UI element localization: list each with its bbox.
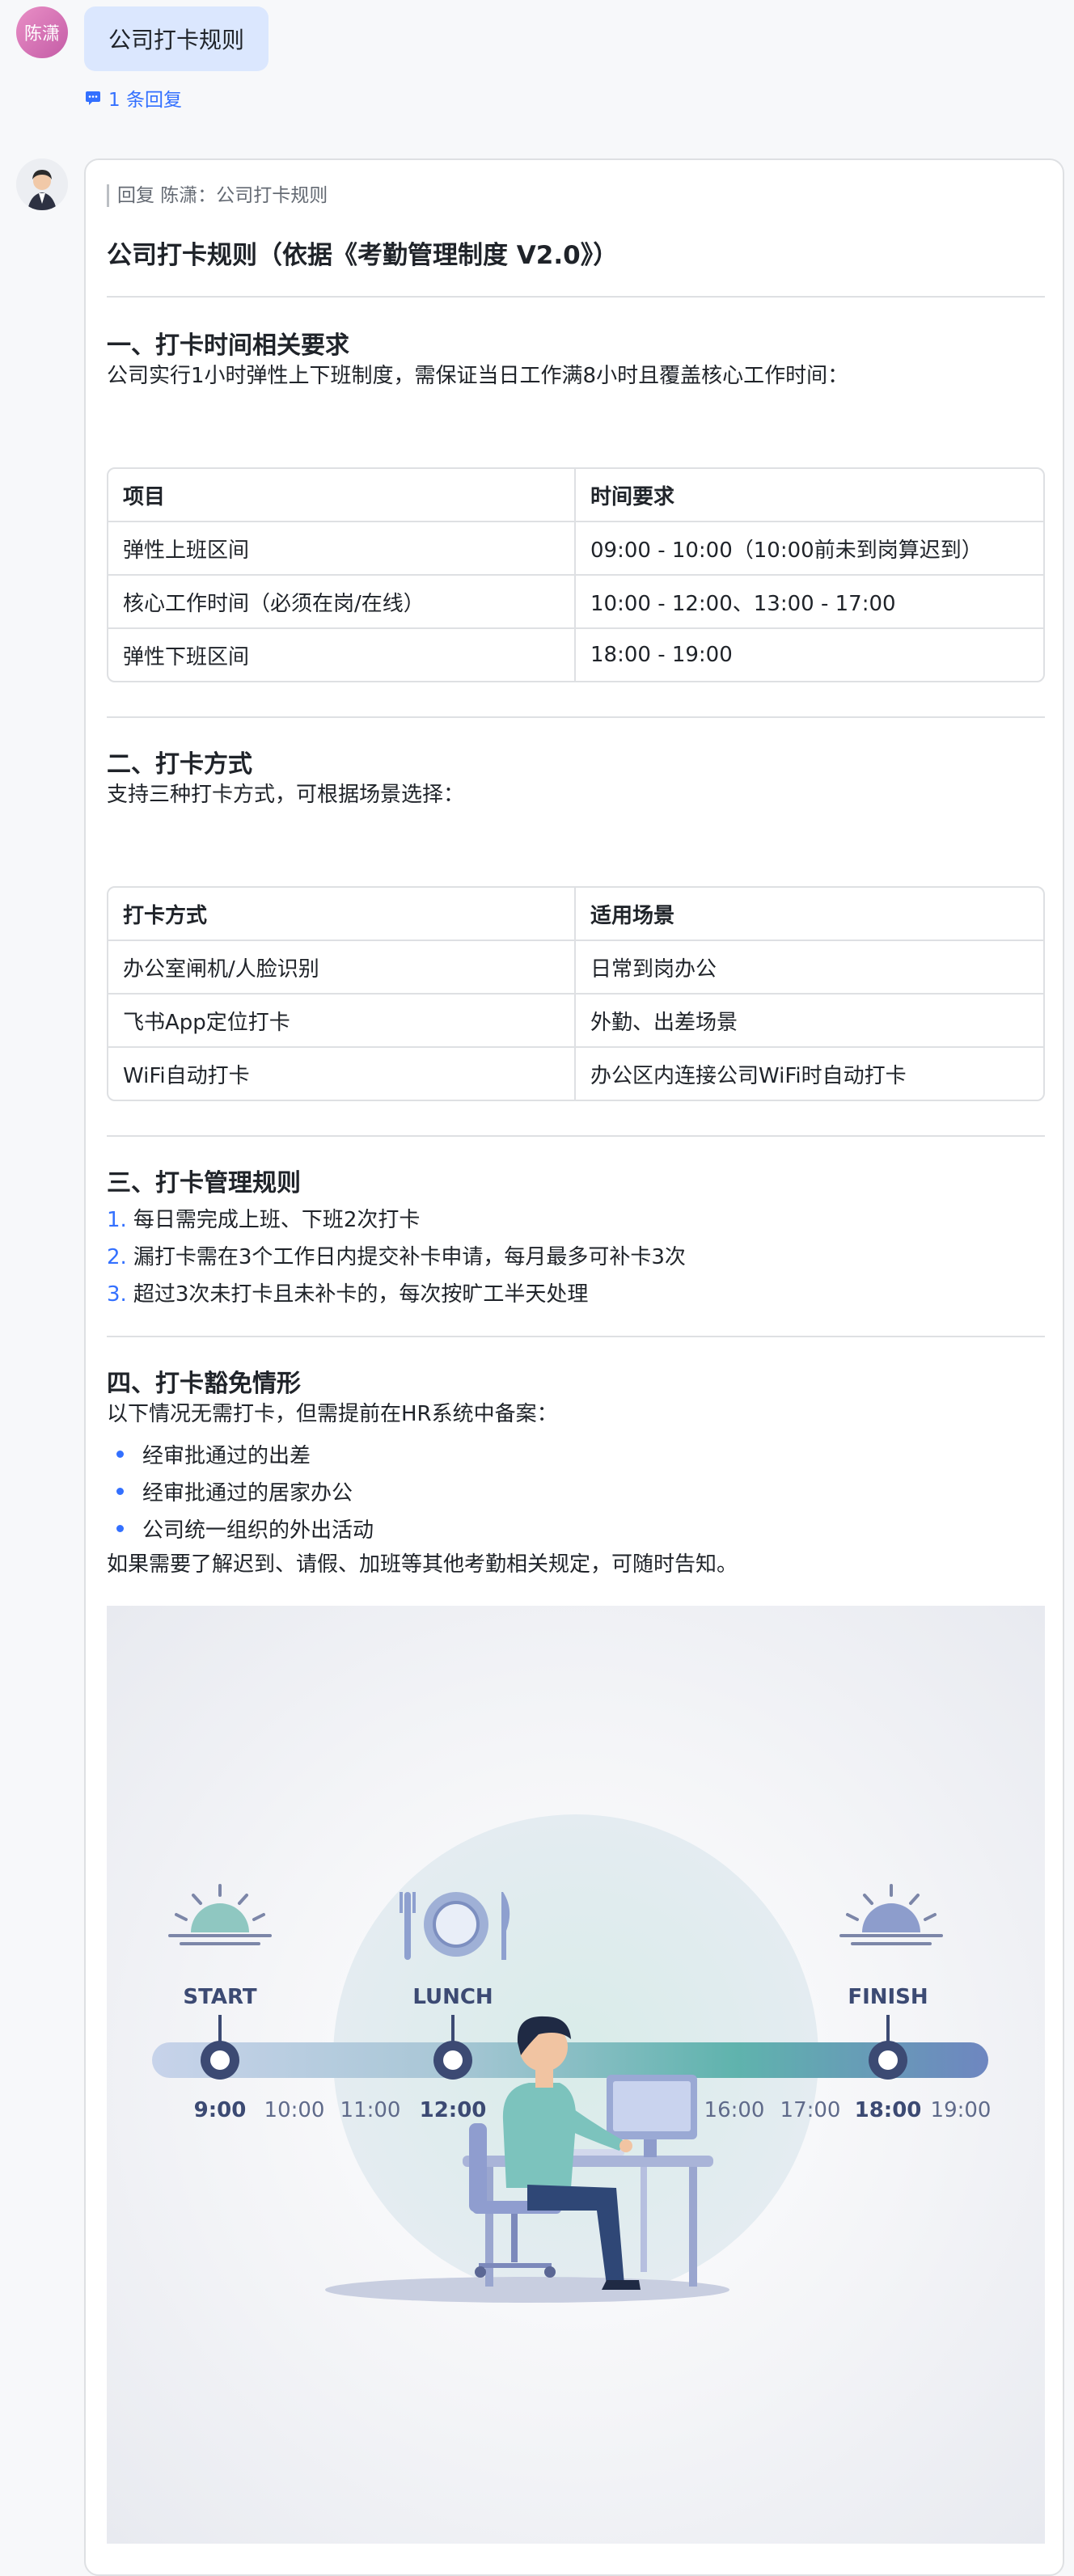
divider (107, 1135, 1045, 1137)
table-row: 弹性下班区间 18:00 - 19:00 (108, 629, 1043, 681)
desk-top (463, 2156, 713, 2167)
table-row: 飞书App定位打卡 外勤、出差场景 (108, 995, 1043, 1048)
time-label: 9:00 (194, 2098, 247, 2122)
finish-label: FINISH (848, 1985, 928, 2009)
section1-heading: 一、打卡时间相关要求 (107, 332, 349, 360)
lunch-label: LUNCH (412, 1985, 493, 2009)
table-header-cell: 打卡方式 (108, 888, 576, 941)
table-cell: WiFi自动打卡 (108, 1048, 576, 1100)
table-cell: 18:00 - 19:00 (590, 643, 733, 667)
time-label: 16:00 (704, 2098, 765, 2122)
start-label: START (183, 1985, 256, 2009)
bullet-item: 公司统一组织的外出活动 (116, 1514, 374, 1543)
attendance-illustration: START LUNCH FINISH 9:00 10:00 11:00 12:0… (107, 1606, 1045, 2544)
section4-outro: 如果需要了解迟到、请假、加班等其他考勤相关规定，可随时告知。 (107, 1552, 738, 1577)
table-cell: 弹性上班区间 (108, 522, 576, 576)
section4-heading: 四、打卡豁免情形 (107, 1370, 301, 1398)
bot-avatar-image (16, 158, 68, 210)
chair-back (469, 2123, 487, 2212)
table-cell: 办公区内连接公司WiFi时自动打卡 (590, 1063, 907, 1088)
timeline-marker (433, 2041, 472, 2080)
table-row: 核心工作时间（必须在岗/在线） 10:00 - 12:00、13:00 - 17… (108, 576, 1043, 629)
section4-intro: 以下情况无需打卡，但需提前在HR系统中备案： (107, 1402, 558, 1426)
time-label: 10:00 (264, 2098, 325, 2122)
bullet-item: 经审批通过的居家办公 (116, 1476, 353, 1506)
table-row: 办公室闸机/人脸识别 日常到岗办公 (108, 941, 1043, 995)
reply-title: 公司打卡规则（依据《考勤管理制度 V2.0》） (107, 241, 619, 270)
time-table: 项目 时间要求 弹性上班区间 09:00 - 10:00（10:00前未到岗算迟… (107, 467, 1045, 682)
bot-avatar[interactable] (16, 158, 68, 210)
list-item: 1. 每日需完成上班、下班2次打卡 (107, 1203, 420, 1233)
sunrise-icon (168, 1884, 272, 1945)
timeline-bar (152, 2042, 988, 2078)
divider (107, 296, 1045, 298)
table-header-row: 打卡方式 适用场景 (108, 888, 1043, 941)
time-label: 19:00 (931, 2098, 992, 2122)
floor-shadow (325, 2277, 729, 2303)
list-item: 2. 漏打卡需在3个工作日内提交补卡申请，每月最多可补卡3次 (107, 1240, 686, 1270)
section1-intro: 公司实行1小时弹性上下班制度，需保证当日工作满8小时且覆盖核心工作时间： (107, 364, 849, 388)
bullet-text: 经审批通过的居家办公 (142, 1481, 353, 1505)
list-text: 每日需完成上班、下班2次打卡 (133, 1208, 421, 1232)
list-number: 1. (107, 1208, 127, 1232)
table-header-cell: 时间要求 (576, 469, 1043, 522)
table-cell: 09:00 - 10:00（10:00前未到岗算迟到） (576, 522, 1043, 576)
divider (107, 716, 1045, 718)
table-header-row: 项目 时间要求 (108, 469, 1043, 522)
time-label: 17:00 (780, 2098, 841, 2122)
section2-intro: 支持三种打卡方式，可根据场景选择： (107, 783, 465, 807)
list-text: 漏打卡需在3个工作日内提交补卡申请，每月最多可补卡3次 (133, 1245, 686, 1269)
table-cell: 飞书App定位打卡 (108, 995, 576, 1048)
sunset-icon (839, 1884, 943, 1945)
table-cell: 外勤、出差场景 (576, 995, 1043, 1048)
reply-quote: 回复 陈潇：公司打卡规则 (107, 184, 328, 207)
time-label: 18:00 (855, 2098, 922, 2122)
table-cell: 办公室闸机/人脸识别 (108, 941, 576, 995)
time-label: 12:00 (420, 2098, 487, 2122)
person-shirt (502, 2083, 577, 2188)
timeline-marker (201, 2041, 239, 2080)
timeline-marker (869, 2041, 907, 2080)
bullet-text: 经审批通过的出差 (142, 1444, 311, 1468)
table-cell: 日常到岗办公 (576, 941, 1043, 995)
table-row: WiFi自动打卡 办公区内连接公司WiFi时自动打卡 (108, 1048, 1043, 1100)
user-avatar[interactable]: 陈潇 (16, 6, 68, 58)
table-cell: 10:00 - 12:00、13:00 - 17:00 (576, 576, 1043, 629)
reply-count-link[interactable]: 1 条回复 (84, 84, 182, 112)
user-message-bubble: 公司打卡规则 (84, 6, 269, 71)
time-label: 11:00 (340, 2098, 401, 2122)
method-table: 打卡方式 适用场景 办公室闸机/人脸识别 日常到岗办公 飞书App定位打卡 外勤… (107, 886, 1045, 1101)
illustration-svg: START LUNCH FINISH 9:00 10:00 11:00 12:0… (152, 1814, 992, 2303)
reply-count-label: 1 条回复 (108, 90, 182, 111)
bullet-text: 公司统一组织的外出活动 (142, 1518, 374, 1543)
reply-card: 回复 陈潇：公司打卡规则 公司打卡规则（依据《考勤管理制度 V2.0》） 一、打… (84, 158, 1064, 2576)
table-row: 弹性上班区间 09:00 - 10:00（10:00前未到岗算迟到） (108, 522, 1043, 576)
list-number: 2. (107, 1245, 127, 1269)
list-item: 3. 超过3次未打卡且未补卡的，每次按旷工半天处理 (107, 1277, 588, 1307)
table-header-cell: 项目 (108, 469, 576, 522)
section3-heading: 三、打卡管理规则 (107, 1169, 301, 1197)
table-cell: 弹性下班区间 (108, 629, 576, 681)
table-header-cell: 适用场景 (576, 888, 1043, 941)
section2-heading: 二、打卡方式 (107, 750, 252, 779)
table-cell: 核心工作时间（必须在岗/在线） (108, 576, 576, 629)
list-text: 超过3次未打卡且未补卡的，每次按旷工半天处理 (133, 1282, 589, 1307)
divider (107, 1336, 1045, 1337)
comment-icon (86, 91, 100, 105)
bullet-item: 经审批通过的出差 (116, 1439, 311, 1469)
list-number: 3. (107, 1282, 127, 1307)
